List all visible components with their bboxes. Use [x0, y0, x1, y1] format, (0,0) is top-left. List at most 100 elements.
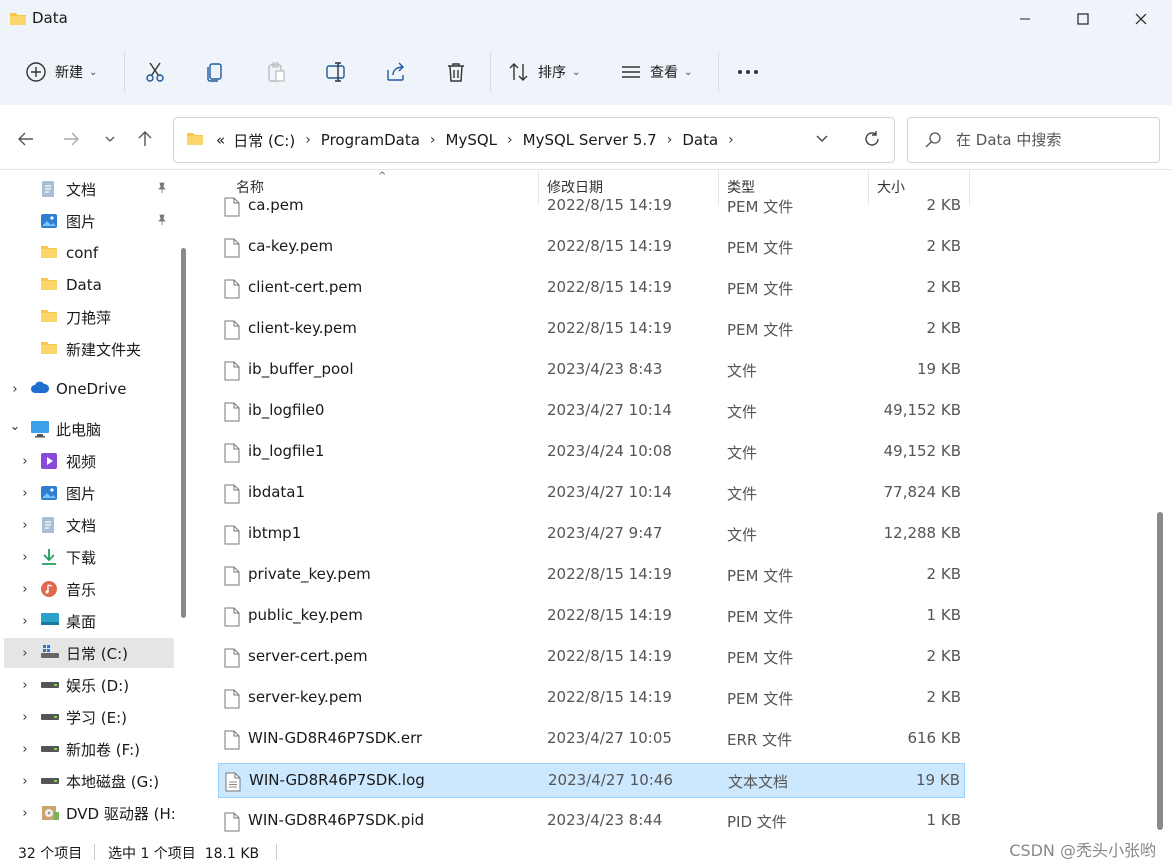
view-button[interactable]: 查看 ⌄	[620, 54, 692, 90]
sidebar-scrollbar[interactable]	[181, 248, 186, 618]
file-row[interactable]: WIN-GD8R46P7SDK.log 2023/4/27 10:46 文本文档 19…	[218, 763, 965, 798]
file-size: 1 KB	[926, 811, 961, 829]
pin-icon	[156, 214, 168, 229]
chevron-right-icon[interactable]: ›	[18, 550, 32, 565]
up-button[interactable]	[131, 125, 159, 153]
chevron-right-icon[interactable]: ›	[8, 382, 22, 397]
file-row[interactable]: ca.pem 2022/8/15 14:19 PEM 文件 2 KB	[218, 189, 965, 224]
paste-button[interactable]	[265, 54, 287, 90]
sidebar-item[interactable]: 新建文件夹	[0, 334, 174, 364]
breadcrumb-item[interactable]: ProgramData	[317, 131, 424, 149]
chevron-down-icon: ⌄	[89, 66, 98, 78]
new-button[interactable]: 新建 ⌄	[25, 54, 97, 90]
breadcrumb-item[interactable]: Data	[678, 131, 722, 149]
sidebar-item[interactable]: ⌄ 此电脑	[0, 414, 174, 444]
address-bar[interactable]: « 日常 (C:) › ProgramData › MySQL › MySQL …	[173, 117, 895, 163]
sidebar-item[interactable]: › 学习 (E:)	[0, 702, 174, 732]
forward-button[interactable]	[57, 125, 85, 153]
search-input[interactable]	[956, 128, 1151, 152]
breadcrumb-item[interactable]: 日常 (C:)	[229, 130, 299, 151]
chevron-right-icon[interactable]: ›	[722, 132, 740, 148]
chevron-right-icon[interactable]: ›	[18, 486, 32, 501]
drive-icon	[40, 740, 59, 758]
file-row[interactable]: ibtmp1 2023/4/27 9:47 文件 12,288 KB	[218, 517, 965, 552]
sort-button[interactable]: 排序 ⌄	[508, 54, 580, 90]
chevron-right-icon[interactable]: ›	[18, 582, 32, 597]
sidebar-item[interactable]: Data	[0, 270, 174, 300]
address-history-button[interactable]	[814, 130, 830, 150]
file-icon	[224, 689, 240, 713]
chevron-down-icon[interactable]: ⌄	[8, 419, 22, 434]
sidebar-item[interactable]: › 文档	[0, 510, 174, 540]
chevron-right-icon[interactable]: ›	[501, 132, 519, 148]
search-box[interactable]	[907, 117, 1160, 163]
file-row[interactable]: ib_logfile1 2023/4/24 10:08 文件 49,152 KB	[218, 435, 965, 470]
column-divider[interactable]	[969, 171, 970, 205]
chevron-right-icon[interactable]: ›	[299, 132, 317, 148]
share-button[interactable]	[385, 54, 407, 90]
refresh-button[interactable]	[862, 129, 882, 153]
chevron-right-icon[interactable]: ›	[661, 132, 679, 148]
file-name: ib_logfile1	[248, 442, 325, 460]
sidebar-item[interactable]: › 本地磁盘 (G:)	[0, 766, 174, 796]
sidebar-item[interactable]: 文档	[0, 174, 174, 204]
sidebar-item[interactable]: › 娱乐 (D:)	[0, 670, 174, 700]
breadcrumb-item[interactable]: MySQL Server 5.7	[519, 131, 661, 149]
sidebar-item-label: 本地磁盘 (G:)	[66, 772, 160, 791]
file-date: 2022/8/15 14:19	[547, 688, 672, 706]
chevron-right-icon[interactable]: ›	[18, 774, 32, 789]
sidebar-item[interactable]: › DVD 驱动器 (H:)	[0, 798, 174, 828]
rename-icon	[326, 62, 345, 82]
sidebar-item[interactable]: › 新加卷 (F:)	[0, 734, 174, 764]
close-button[interactable]	[1112, 0, 1170, 38]
file-row[interactable]: server-key.pem 2022/8/15 14:19 PEM 文件 2 KB	[218, 681, 965, 716]
file-row[interactable]: server-cert.pem 2022/8/15 14:19 PEM 文件 2 KB	[218, 640, 965, 675]
file-row[interactable]: client-key.pem 2022/8/15 14:19 PEM 文件 2 KB	[218, 312, 965, 347]
chevron-right-icon[interactable]: ›	[18, 742, 32, 757]
minimize-button[interactable]	[996, 0, 1054, 38]
chevron-right-icon[interactable]: ›	[18, 710, 32, 725]
sidebar-item-label: 文档	[66, 516, 97, 535]
file-row[interactable]: ib_logfile0 2023/4/27 10:14 文件 49,152 KB	[218, 394, 965, 429]
chevron-right-icon[interactable]: ›	[18, 678, 32, 693]
file-list-scrollbar[interactable]	[1157, 512, 1163, 830]
file-row[interactable]: public_key.pem 2022/8/15 14:19 PEM 文件 1 KB	[218, 599, 965, 634]
more-options-button[interactable]	[736, 54, 760, 90]
breadcrumb-item[interactable]: MySQL	[442, 131, 502, 149]
sidebar-item[interactable]: 图片	[0, 206, 174, 236]
file-row[interactable]: WIN-GD8R46P7SDK.err 2023/4/27 10:05 ERR 文件…	[218, 722, 965, 757]
chevron-right-icon[interactable]: ›	[18, 518, 32, 533]
maximize-button[interactable]	[1054, 0, 1112, 38]
sidebar-item[interactable]: › 音乐	[0, 574, 174, 604]
sidebar-item[interactable]: › 图片	[0, 478, 174, 508]
sidebar-item[interactable]: 刀艳萍	[0, 302, 174, 332]
file-name: WIN-GD8R46P7SDK.log	[249, 771, 425, 789]
copy-button[interactable]	[204, 54, 226, 90]
back-button[interactable]	[12, 125, 40, 153]
file-row[interactable]: private_key.pem 2022/8/15 14:19 PEM 文件 2 KB	[218, 558, 965, 593]
rename-button[interactable]	[325, 54, 347, 90]
pin-icon	[156, 182, 168, 197]
chevron-right-icon[interactable]: ›	[18, 646, 32, 661]
chevron-right-icon[interactable]: ›	[18, 454, 32, 469]
chevron-right-icon[interactable]: ›	[424, 132, 442, 148]
sidebar-item[interactable]: › 视频	[0, 446, 174, 476]
scissors-icon	[146, 62, 164, 82]
file-row[interactable]: client-cert.pem 2022/8/15 14:19 PEM 文件 2 KB	[218, 271, 965, 306]
sidebar-item[interactable]: › 桌面	[0, 606, 174, 636]
delete-button[interactable]	[445, 54, 467, 90]
sidebar-item[interactable]: › 下载	[0, 542, 174, 572]
sidebar-item[interactable]: conf	[0, 238, 174, 268]
chevron-right-icon[interactable]: ›	[18, 614, 32, 629]
cut-button[interactable]	[144, 54, 166, 90]
sidebar-item[interactable]: › OneDrive	[0, 374, 174, 404]
breadcrumb-overflow[interactable]: «	[212, 131, 229, 149]
file-date: 2023/4/27 10:05	[547, 729, 672, 747]
sidebar-item[interactable]: › 日常 (C:)	[4, 638, 174, 668]
chevron-right-icon[interactable]: ›	[18, 806, 32, 821]
file-row[interactable]: WIN-GD8R46P7SDK.pid 2023/4/23 8:44 PID 文件 1…	[218, 804, 965, 837]
recent-locations-button[interactable]	[96, 125, 124, 153]
file-row[interactable]: ibdata1 2023/4/27 10:14 文件 77,824 KB	[218, 476, 965, 511]
file-row[interactable]: ib_buffer_pool 2023/4/23 8:43 文件 19 KB	[218, 353, 965, 388]
file-row[interactable]: ca-key.pem 2022/8/15 14:19 PEM 文件 2 KB	[218, 230, 965, 265]
